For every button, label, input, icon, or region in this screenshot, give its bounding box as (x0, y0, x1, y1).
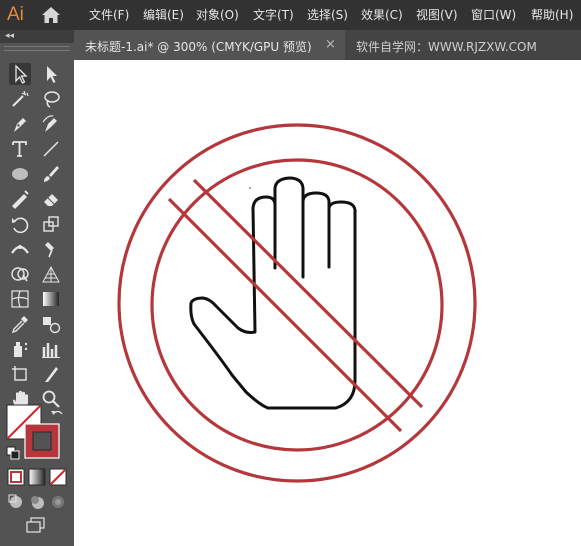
illustrator-logo: Ai (7, 4, 24, 25)
menu-select[interactable]: 选择(S) (307, 7, 348, 23)
pen-tool[interactable] (9, 113, 31, 135)
draw-inside-icon[interactable] (47, 491, 67, 511)
eyedropper-tool[interactable] (9, 313, 31, 335)
perspective-grid-tool[interactable] (40, 263, 62, 285)
width-tool[interactable] (9, 238, 31, 260)
menu-edit[interactable]: 编辑(E) (143, 7, 184, 23)
menu-object[interactable]: 对象(O) (196, 7, 239, 23)
gradient-mode-button[interactable] (26, 466, 46, 486)
home-icon[interactable] (41, 6, 61, 24)
lasso-tool[interactable] (40, 88, 62, 110)
menu-file[interactable]: 文件(F) (89, 7, 129, 23)
rotate-tool[interactable] (9, 213, 31, 235)
puppet-warp-tool[interactable] (40, 238, 62, 260)
document-tab-bar: 未标题-1.ai* @ 300% (CMYK/GPU 预览) × 软件自学网：W… (74, 30, 581, 60)
type-tool[interactable] (9, 138, 31, 160)
selection-tool[interactable] (9, 63, 31, 85)
mesh-tool[interactable] (9, 288, 31, 310)
scale-tool[interactable] (40, 213, 62, 235)
magic-wand-tool[interactable] (9, 88, 31, 110)
slash-line-upper[interactable] (192, 178, 424, 409)
tools-panel-header[interactable]: ◂◂ (0, 30, 74, 43)
none-mode-button[interactable] (47, 466, 67, 486)
menu-view[interactable]: 视图(V) (416, 7, 458, 23)
paintbrush-tool[interactable] (40, 163, 62, 185)
slice-tool[interactable] (40, 363, 62, 385)
symbol-sprayer-tool[interactable] (9, 338, 31, 360)
shaper-tool[interactable] (9, 188, 31, 210)
curvature-tool[interactable] (40, 113, 62, 135)
direct-selection-tool[interactable] (40, 63, 62, 85)
column-graph-tool[interactable] (40, 338, 62, 360)
ellipse-tool[interactable] (9, 163, 31, 185)
line-segment-tool[interactable] (40, 138, 62, 160)
collapse-panel-icon[interactable]: ◂◂ (5, 30, 14, 43)
draw-behind-icon[interactable] (26, 491, 46, 511)
menu-type[interactable]: 文字(T) (253, 7, 294, 23)
artboard-tool[interactable] (9, 363, 31, 385)
menu-help[interactable]: 帮助(H) (531, 7, 573, 23)
gradient-tool[interactable] (40, 288, 62, 310)
slash-line-lower[interactable] (167, 197, 403, 433)
menu-window[interactable]: 窗口(W) (471, 7, 516, 23)
artboard-canvas[interactable] (74, 60, 581, 546)
draw-normal-icon[interactable] (5, 491, 25, 511)
swap-fill-stroke-icon[interactable] (51, 410, 63, 415)
tab-title: 未标题-1.ai* @ 300% (CMYK/GPU 预览) (85, 40, 312, 54)
eraser-tool[interactable] (40, 188, 62, 210)
menu-bar: Ai 文件(F) 编辑(E) 对象(O) 文字(T) 选择(S) 效果(C) 视… (0, 0, 581, 30)
panel-grip[interactable] (4, 46, 70, 51)
shape-builder-tool[interactable] (9, 263, 31, 285)
tools-panel: ◂◂ (0, 30, 74, 546)
close-icon[interactable]: × (325, 37, 336, 52)
blend-tool[interactable] (40, 313, 62, 335)
screen-mode-icon[interactable] (25, 514, 47, 536)
tab-active-document[interactable]: 未标题-1.ai* @ 300% (CMYK/GPU 预览) × (74, 30, 345, 60)
menu-effect[interactable]: 效果(C) (361, 7, 403, 23)
default-fill-stroke-icon[interactable] (6, 446, 20, 460)
color-mode-button[interactable] (5, 466, 25, 486)
tab-other-document[interactable]: 软件自学网：WWW.RJZXW.COM (356, 38, 537, 55)
artwork-anchor-dot (249, 187, 251, 189)
hand-stop-icon[interactable] (189, 176, 357, 410)
